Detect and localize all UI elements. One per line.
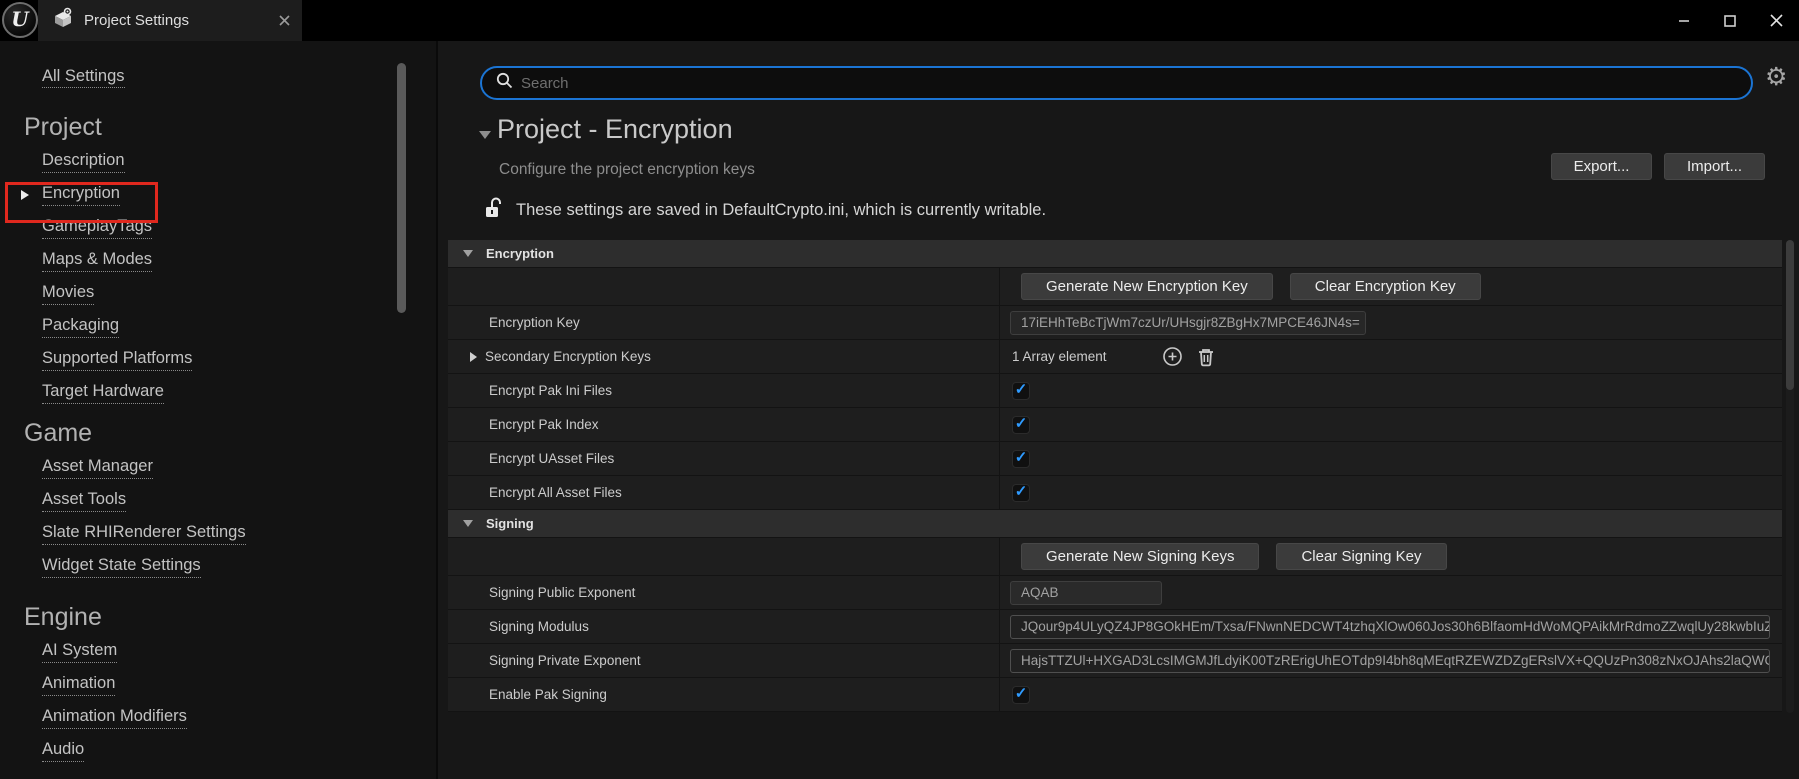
signing-modulus-row: Signing Modulus JQour9p4ULyQZ4JP8GOkHEm/… xyxy=(448,610,1782,644)
clear-encryption-key-button[interactable]: Clear Encryption Key xyxy=(1290,273,1481,300)
check-icon: ✓ xyxy=(1015,382,1028,397)
logo-letter: U xyxy=(11,9,28,29)
encrypt-uasset-row: Encrypt UAsset Files ✓ xyxy=(448,442,1782,476)
sidebar-scrollbar-thumb[interactable] xyxy=(397,63,406,313)
sidebar-item-animation-modifiers[interactable]: Animation Modifiers xyxy=(42,701,436,734)
unreal-engine-logo-icon: U xyxy=(2,2,38,38)
title-bar: U Project Settings xyxy=(0,0,1799,41)
signing-private-exponent-field[interactable]: HajsTTZUl+HXGAD3LcsIMGMJfLdyiK00TzRErigU… xyxy=(1010,649,1770,673)
encryption-key-row: Encryption Key 17iEHhTeBcTjWm7czUr/UHsgj… xyxy=(448,306,1782,340)
encrypt-uasset-checkbox[interactable]: ✓ xyxy=(1012,450,1030,468)
sidebar-section-game: Game xyxy=(24,419,436,451)
signing-actions-row: Generate New Signing Keys Clear Signing … xyxy=(448,538,1782,576)
config-file-notice: These settings are saved in DefaultCrypt… xyxy=(484,197,1046,224)
encryption-actions-row: Generate New Encryption Key Clear Encryp… xyxy=(448,268,1782,306)
project-settings-tab[interactable]: Project Settings xyxy=(38,0,302,41)
secondary-encryption-keys-row: Secondary Encryption Keys 1 Array elemen… xyxy=(448,340,1782,374)
enable-pak-signing-row: Enable Pak Signing ✓ xyxy=(448,678,1782,712)
import-button[interactable]: Import... xyxy=(1664,153,1765,180)
sidebar-item-encryption[interactable]: Encryption xyxy=(42,178,436,211)
array-element-count: 1 Array element xyxy=(1012,349,1162,364)
maximize-button[interactable] xyxy=(1707,0,1753,41)
tab-close-icon[interactable] xyxy=(279,13,290,29)
sidebar-item-description[interactable]: Description xyxy=(42,145,436,178)
project-settings-tab-icon xyxy=(52,7,74,34)
sidebar-item-supported-platforms[interactable]: Supported Platforms xyxy=(42,343,436,376)
sidebar-item-gameplaytags[interactable]: GameplayTags xyxy=(42,211,436,244)
clear-signing-key-button[interactable]: Clear Signing Key xyxy=(1276,543,1446,570)
minimize-button[interactable] xyxy=(1661,0,1707,41)
enable-pak-signing-checkbox[interactable]: ✓ xyxy=(1012,686,1030,704)
sidebar-item-slate-rhirenderer[interactable]: Slate RHIRenderer Settings xyxy=(42,517,436,550)
sidebar-item-animation[interactable]: Animation xyxy=(42,668,436,701)
check-icon: ✓ xyxy=(1015,484,1028,499)
search-bar[interactable] xyxy=(480,66,1753,100)
selected-marker-icon xyxy=(21,190,29,200)
sidebar-item-audio[interactable]: Audio xyxy=(42,734,436,767)
encrypt-pak-ini-row: Encrypt Pak Ini Files ✓ xyxy=(448,374,1782,408)
table-scrollbar[interactable] xyxy=(1786,240,1794,713)
export-button[interactable]: Export... xyxy=(1551,153,1652,180)
search-input[interactable] xyxy=(521,75,1737,92)
check-icon: ✓ xyxy=(1015,450,1028,465)
sidebar-item-widget-state[interactable]: Widget State Settings xyxy=(42,550,436,583)
sidebar-item-packaging[interactable]: Packaging xyxy=(42,310,436,343)
section-expand-icon xyxy=(463,250,473,257)
delete-array-icon[interactable] xyxy=(1197,347,1215,367)
settings-sidebar: All Settings Project Description Encrypt… xyxy=(0,41,438,779)
encryption-settings-table: Encryption Generate New Encryption Key C… xyxy=(448,240,1782,712)
signing-public-exponent-row: Signing Public Exponent AQAB xyxy=(448,576,1782,610)
add-array-element-icon[interactable] xyxy=(1162,346,1183,367)
encrypt-all-assets-checkbox[interactable]: ✓ xyxy=(1012,484,1030,502)
sidebar-item-target-hardware[interactable]: Target Hardware xyxy=(42,376,436,409)
page-title: Project - Encryption xyxy=(497,114,733,145)
signing-public-exponent-field[interactable]: AQAB xyxy=(1010,581,1162,605)
search-icon xyxy=(496,72,513,94)
lock-open-icon xyxy=(484,197,503,224)
sidebar-item-asset-manager[interactable]: Asset Manager xyxy=(42,451,436,484)
sidebar-item-movies[interactable]: Movies xyxy=(42,277,436,310)
signing-section-header[interactable]: Signing xyxy=(448,510,1782,538)
sidebar-section-engine: Engine xyxy=(24,603,436,635)
signing-private-exponent-row: Signing Private Exponent HajsTTZUl+HXGAD… xyxy=(448,644,1782,678)
check-icon: ✓ xyxy=(1015,416,1028,431)
page-collapse-icon[interactable] xyxy=(479,131,491,139)
encryption-key-field[interactable]: 17iEHhTeBcTjWm7czUr/UHsgjr8ZBgHx7MPCE46J… xyxy=(1010,311,1366,335)
encryption-key-label: Encryption Key xyxy=(489,315,580,330)
generate-signing-keys-button[interactable]: Generate New Signing Keys xyxy=(1021,543,1259,570)
encryption-section-header[interactable]: Encryption xyxy=(448,240,1782,268)
notice-text: These settings are saved in DefaultCrypt… xyxy=(516,201,1046,220)
page-subtitle: Configure the project encryption keys xyxy=(499,161,755,179)
close-button[interactable] xyxy=(1753,0,1799,41)
sidebar-item-asset-tools[interactable]: Asset Tools xyxy=(42,484,436,517)
settings-gear-icon[interactable]: ⚙ xyxy=(1765,65,1787,90)
secondary-keys-label: Secondary Encryption Keys xyxy=(485,349,651,364)
encrypt-pak-index-checkbox[interactable]: ✓ xyxy=(1012,416,1030,434)
table-scrollbar-thumb[interactable] xyxy=(1786,240,1794,390)
encrypt-pak-ini-checkbox[interactable]: ✓ xyxy=(1012,382,1030,400)
sidebar-section-project: Project xyxy=(24,113,436,145)
encrypt-all-assets-row: Encrypt All Asset Files ✓ xyxy=(448,476,1782,510)
array-collapse-icon[interactable] xyxy=(470,352,477,362)
sidebar-item-ai-system[interactable]: AI System xyxy=(42,635,436,668)
all-settings-link[interactable]: All Settings xyxy=(42,67,125,88)
encrypt-pak-index-row: Encrypt Pak Index ✓ xyxy=(448,408,1782,442)
check-icon: ✓ xyxy=(1015,686,1028,701)
section-expand-icon xyxy=(463,520,473,527)
settings-main-panel: ⚙ Project - Encryption Configure the pro… xyxy=(440,41,1799,779)
window-controls xyxy=(1661,0,1799,41)
signing-modulus-field[interactable]: JQour9p4ULyQZ4JP8GOkHEm/Txsa/FNwnNEDCWT4… xyxy=(1010,615,1770,639)
generate-encryption-key-button[interactable]: Generate New Encryption Key xyxy=(1021,273,1273,300)
sidebar-item-maps-modes[interactable]: Maps & Modes xyxy=(42,244,436,277)
tab-title: Project Settings xyxy=(84,12,269,29)
